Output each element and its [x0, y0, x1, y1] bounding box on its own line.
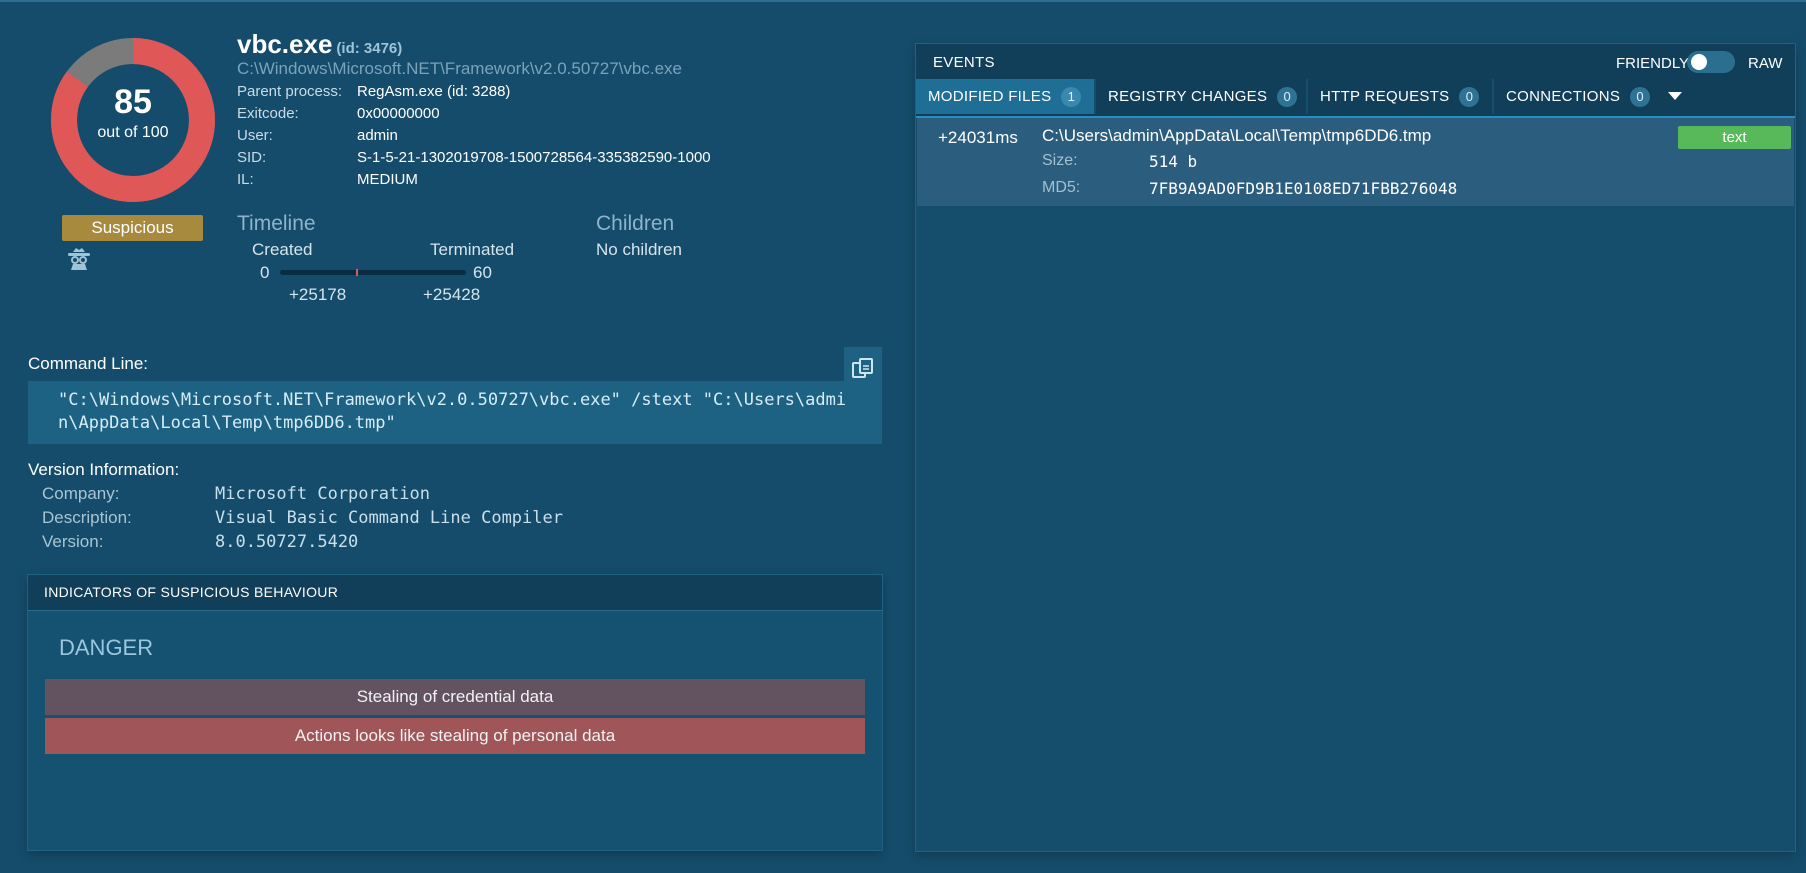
children-text: No children [596, 240, 682, 259]
timeline-process-marker [356, 269, 358, 276]
version-key: Description: [42, 508, 132, 527]
process-name: vbc.exe (id: 3476) [237, 29, 402, 60]
friendly-raw-toggle[interactable] [1687, 51, 1735, 73]
info-key: User: [237, 127, 273, 144]
top-border [0, 0, 1806, 2]
process-id: (id: 3476) [336, 40, 403, 57]
events-title: EVENTS [933, 54, 995, 71]
info-value: RegAsm.exe (id: 3288) [357, 83, 511, 100]
tab-count-badge: 1 [1061, 87, 1082, 107]
event-file-path: C:\Users\admin\AppData\Local\Temp\tmp6DD… [1042, 126, 1432, 145]
event-md5-label: MD5: [1042, 179, 1081, 196]
version-key: Company: [42, 484, 120, 503]
indicator-item[interactable]: Stealing of credential data [45, 679, 865, 715]
events-tabs: MODIFIED FILES 1 REGISTRY CHANGES 0 HTTP R… [916, 79, 1795, 118]
timeline-created-time: +25178 [289, 285, 347, 304]
tab-label: CONNECTIONS [1506, 88, 1621, 105]
timeline-title: Timeline [237, 212, 316, 235]
event-time: +24031ms [938, 128, 1018, 147]
indicators-panel: INDICATORS OF SUSPICIOUS BEHAVIOUR DANGE… [28, 575, 882, 850]
process-path: C:\Windows\Microsoft.NET\Framework\v2.0.… [237, 59, 682, 78]
version-key: Version: [42, 532, 104, 551]
event-size: 514 b [1149, 152, 1198, 171]
process-name-text: vbc.exe [237, 29, 333, 59]
timeline-terminated-time: +25428 [423, 285, 481, 304]
threat-score-donut: 85 out of 100 [48, 35, 218, 205]
copy-icon [852, 357, 873, 378]
copy-button[interactable] [844, 347, 882, 381]
version-value: Visual Basic Command Line Compiler [215, 508, 563, 528]
tab-connections[interactable]: CONNECTIONS 0 [1494, 79, 1656, 114]
toggle-knob [1691, 54, 1707, 70]
timeline-bar [280, 269, 466, 276]
events-header: EVENTS FRIENDLY RAW [916, 44, 1795, 79]
command-line-text: "C:\Windows\Microsoft.NET\Framework\v2.0… [28, 381, 882, 444]
info-value: admin [357, 127, 398, 144]
tab-count-badge: 0 [1630, 87, 1651, 107]
verdict-badge: Suspicious [62, 215, 203, 241]
tab-label: MODIFIED FILES [928, 88, 1052, 105]
info-key: SID: [237, 149, 267, 166]
event-md5: 7FB9A9AD0FD9B1E0108ED71FBB276048 [1149, 179, 1458, 198]
indicator-item[interactable]: Actions looks like stealing of personal … [45, 718, 865, 754]
info-key: Parent process: [237, 83, 343, 100]
info-value: 0x00000000 [357, 105, 440, 122]
mode-friendly-label[interactable]: FRIENDLY [1616, 55, 1689, 72]
info-key: IL: [237, 171, 254, 188]
tab-http-requests[interactable]: HTTP REQUESTS 0 [1308, 79, 1492, 114]
version-value: Microsoft Corporation [215, 484, 430, 504]
indicators-title: INDICATORS OF SUSPICIOUS BEHAVIOUR [28, 575, 882, 611]
event-size-label: Size: [1042, 152, 1078, 169]
timeline-terminated-label: Terminated [430, 240, 515, 259]
timeline-start: 0 [260, 263, 270, 282]
version-value: 8.0.50727.5420 [215, 532, 359, 552]
version-info-label: Version Information: [28, 460, 180, 479]
timeline-created-label: Created [252, 240, 313, 259]
chevron-down-icon[interactable] [1668, 92, 1682, 100]
event-type-badge: text [1678, 126, 1791, 149]
timeline-end: 60 [473, 263, 492, 282]
info-key: Exitcode: [237, 105, 299, 122]
spy-icon [67, 248, 91, 270]
tab-count-badge: 0 [1277, 87, 1298, 107]
command-line-label: Command Line: [28, 354, 149, 373]
tab-count-badge: 0 [1459, 87, 1480, 107]
event-row[interactable]: +24031ms C:\Users\admin\AppData\Local\Te… [917, 118, 1794, 206]
tab-registry-changes[interactable]: REGISTRY CHANGES 0 [1096, 79, 1306, 114]
tab-modified-files[interactable]: MODIFIED FILES 1 [916, 79, 1094, 114]
score-value: 85 [114, 83, 152, 121]
danger-group-title: DANGER [59, 635, 154, 660]
mode-raw-label[interactable]: RAW [1748, 55, 1782, 72]
info-value: S-1-5-21-1302019708-1500728564-335382590… [357, 149, 711, 166]
tab-label: REGISTRY CHANGES [1108, 88, 1268, 105]
score-out-of: out of 100 [97, 124, 169, 141]
children-title: Children [596, 212, 675, 235]
events-panel: EVENTS FRIENDLY RAW MODIFIED FILES 1 REGI… [916, 44, 1795, 851]
info-value: MEDIUM [357, 171, 418, 188]
tab-label: HTTP REQUESTS [1320, 88, 1450, 105]
